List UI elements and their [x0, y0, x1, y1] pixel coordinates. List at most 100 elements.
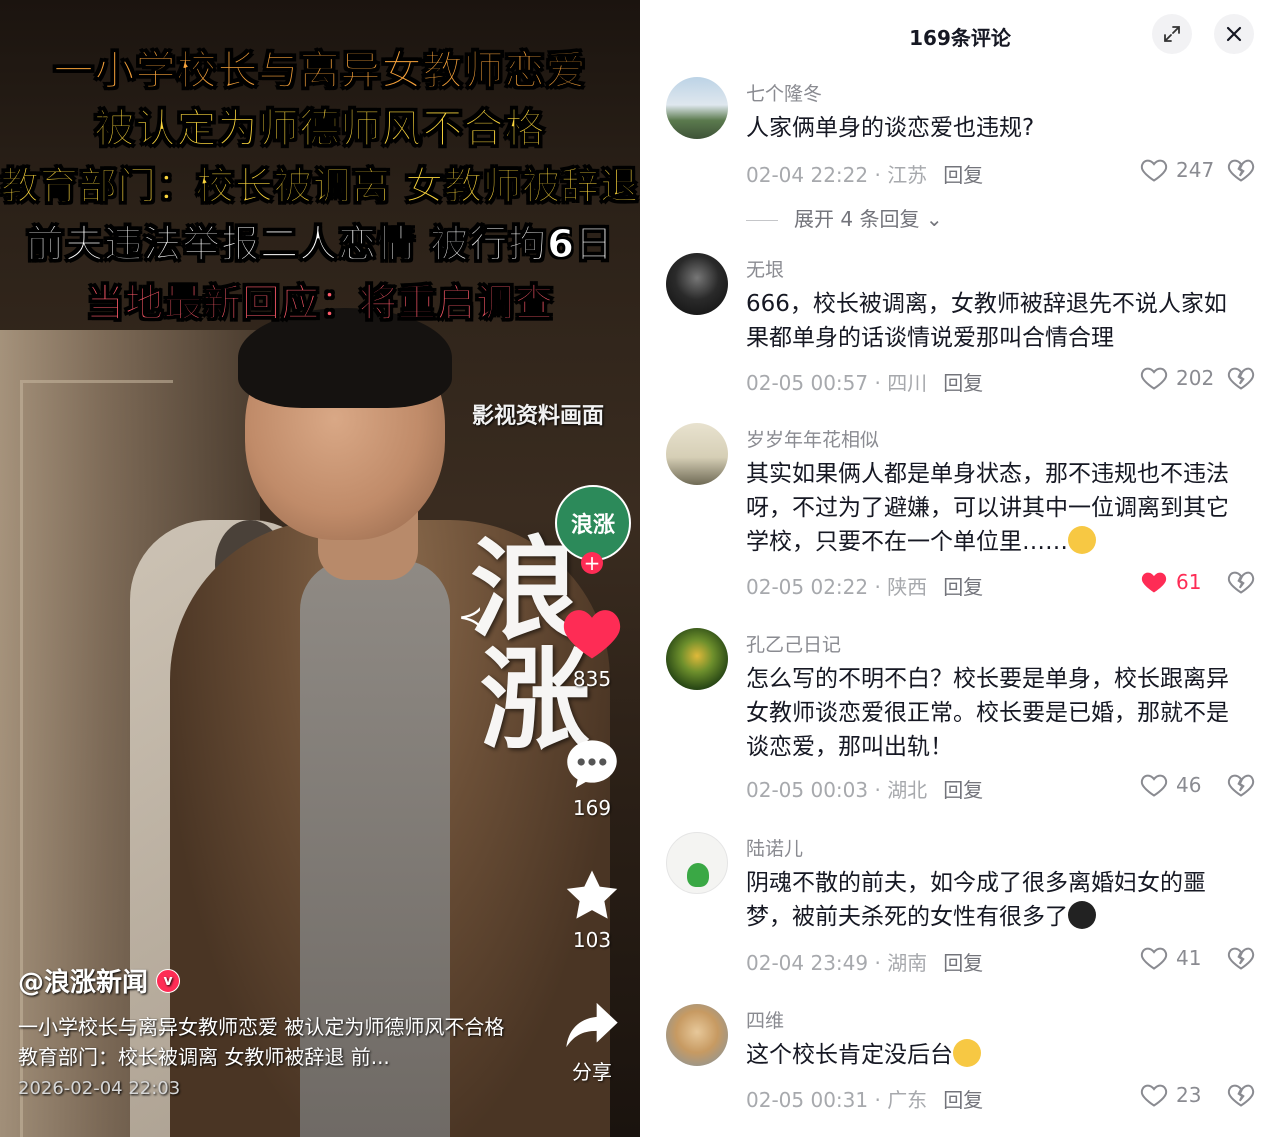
heart-outline-icon — [1140, 947, 1168, 970]
author-name[interactable]: @浪涨新闻 v — [18, 962, 181, 999]
commenter-avatar[interactable] — [666, 832, 728, 894]
expand-replies-label: 展开 4 条回复 — [794, 207, 920, 231]
favorite-count: 103 — [572, 928, 612, 952]
commenter-avatar[interactable] — [666, 77, 728, 139]
comment-item: 岁岁年年花相似 其实如果俩人都是单身状态，那不违规也不违法呀，不过为了避嫌，可以… — [640, 423, 1280, 623]
commenter-avatar[interactable] — [666, 628, 728, 690]
heart-outline-icon — [1140, 774, 1168, 797]
like-button[interactable]: 835 — [550, 605, 634, 691]
heart-outline-icon — [1140, 1084, 1168, 1107]
comment-like-button[interactable]: 61 — [1140, 569, 1201, 595]
comment-dislike-button[interactable] — [1227, 157, 1255, 187]
comment-location: 湖北 — [887, 778, 928, 802]
author-handle[interactable]: @浪涨新闻 — [18, 962, 148, 999]
verified-badge-icon: v — [156, 968, 181, 993]
comment-location: 陕西 — [887, 575, 928, 599]
reply-button[interactable]: 回复 — [943, 163, 983, 187]
comment-item: 陆诺儿 阴魂不散的前夫，如今成了很多离婚妇女的噩梦，被前夫杀死的女性有很多了 0… — [640, 832, 1280, 1002]
comment-meta: 02-04 22:22 · 江苏 回复 — [746, 163, 984, 187]
post-date: 2026-02-04 22:03 — [18, 1078, 181, 1099]
comment-location: 四川 — [887, 371, 928, 395]
video-description[interactable]: 一小学校长与离异女教师恋爱 被认定为师德师风不合格 教育部门：校长被调离 女教师… — [18, 1012, 508, 1072]
comment-item: 孔乙己日记 怎么写的不明不白？校长要是单身，校长跟离异女教师谈恋爱很正常。校长要… — [640, 628, 1280, 828]
comment-meta: 02-05 00:57 · 四川 回复 — [746, 371, 984, 395]
expand-replies-button[interactable]: 展开 4 条回复 ⌄ — [746, 203, 943, 232]
comment-like-button[interactable]: 202 — [1140, 365, 1214, 391]
channel-avatar-text: 浪涨 — [570, 512, 615, 538]
heart-filled-icon — [1141, 572, 1167, 593]
headline-line-3: 教育部门：校长被调离 女教师被辞退 — [0, 164, 640, 209]
comment-count: 169 — [572, 796, 612, 820]
comment-location: 江苏 — [887, 163, 928, 187]
expand-icon — [1164, 26, 1180, 42]
broken-heart-icon — [1227, 367, 1255, 390]
comment-like-button[interactable]: 23 — [1140, 1082, 1201, 1108]
like-count: 835 — [572, 667, 612, 691]
channel-avatar[interactable]: 浪涨 — [555, 485, 631, 561]
comment-like-button[interactable]: 46 — [1140, 772, 1201, 798]
commenter-name[interactable]: 无垠 — [746, 255, 784, 282]
headline-line-1: 一小学校长与离异女教师恋爱 — [53, 48, 587, 95]
comment-dislike-button[interactable] — [1227, 365, 1255, 395]
watermark-bird-icon: ≺ — [458, 600, 484, 635]
comment-date: 02-05 00:57 — [746, 371, 869, 395]
expand-button[interactable] — [1152, 14, 1192, 54]
comment-like-button[interactable]: 247 — [1140, 157, 1214, 183]
commenter-name[interactable]: 陆诺儿 — [746, 834, 803, 861]
reply-button[interactable]: 回复 — [943, 575, 983, 599]
comment-button[interactable]: 169 — [550, 738, 634, 820]
comment-dislike-button[interactable] — [1227, 1082, 1255, 1112]
comment-text: 666，校长被调离，女教师被辞退先不说人家如果都单身的话谈情说爱那叫合情合理 — [746, 291, 1227, 351]
commenter-name[interactable]: 四维 — [746, 1006, 784, 1033]
reply-button[interactable]: 回复 — [943, 951, 983, 975]
share-button[interactable]: 分享 — [550, 1000, 634, 1085]
comment-text: 阴魂不散的前夫，如今成了很多离婚妇女的噩梦，被前夫杀死的女性有很多了 — [746, 866, 1246, 934]
comment-location: 广东 — [887, 1088, 928, 1112]
comment-date: 02-05 02:22 — [746, 575, 869, 599]
commenter-name[interactable]: 七个隆冬 — [746, 79, 822, 106]
comment-date: 02-05 00:03 — [746, 778, 869, 802]
broken-heart-icon — [1227, 1084, 1255, 1107]
commenter-avatar[interactable] — [666, 1004, 728, 1066]
comments-header: 169条评论 — [640, 0, 1280, 70]
heart-outline-icon — [1140, 367, 1168, 390]
comment-item: 四维 这个校长肯定没后台 02-05 00:31 · 广东 回复 23 — [640, 1004, 1280, 1137]
comment-meta: 02-05 00:31 · 广东 回复 — [746, 1088, 984, 1112]
broken-heart-icon — [1227, 947, 1255, 970]
comment-text-body: 其实如果俩人都是单身状态，那不违规也不违法呀，不过为了避嫌，可以讲其中一位调离到… — [746, 461, 1229, 555]
comment-item: 无垠 666，校长被调离，女教师被辞退先不说人家如果都单身的话谈情说爱那叫合情合… — [640, 253, 1280, 423]
reply-button[interactable]: 回复 — [943, 1088, 983, 1112]
comment-location: 湖南 — [887, 951, 928, 975]
star-icon — [566, 870, 618, 919]
video-player[interactable]: 一小学校长与离异女教师恋爱 被认定为师德师风不合格 教育部门：校长被调离 女教师… — [0, 0, 640, 1137]
headline-line-2: 被认定为师德师风不合格 — [94, 106, 546, 153]
share-label: 分享 — [572, 1060, 612, 1084]
comment-dislike-button[interactable] — [1227, 569, 1255, 599]
bomb-emoji-icon — [1068, 901, 1096, 929]
comment-icon — [567, 740, 617, 788]
film-footage-note: 影视资料画面 — [472, 404, 605, 429]
comment-item: 七个隆冬 人家俩单身的谈恋爱也违规? 02-04 22:22 · 江苏 回复 24… — [640, 77, 1280, 247]
favorite-button[interactable]: 103 — [550, 868, 634, 952]
comment-dislike-button[interactable] — [1227, 945, 1255, 975]
headline-line-4: 前夫违法举报二人恋情 被行拘6日 — [26, 222, 614, 267]
broken-heart-icon — [1227, 774, 1255, 797]
comment-dislike-button[interactable] — [1227, 772, 1255, 802]
reply-button[interactable]: 回复 — [943, 371, 983, 395]
commenter-name[interactable]: 孔乙己日记 — [746, 630, 841, 657]
comment-date: 02-04 22:22 — [746, 163, 869, 187]
comments-panel: 169条评论 七个隆冬 人家俩单身的谈恋爱也违规? 02-04 22:22 · … — [640, 0, 1280, 1137]
commenter-name[interactable]: 岁岁年年花相似 — [746, 425, 879, 452]
comment-meta: 02-05 02:22 · 陕西 回复 — [746, 575, 984, 599]
comment-like-count: 46 — [1176, 773, 1202, 797]
comment-text-body: 这个校长肯定没后台 — [746, 1042, 953, 1068]
follow-plus-icon[interactable]: + — [581, 552, 603, 574]
comment-date: 02-04 23:49 — [746, 951, 869, 975]
heart-outline-icon — [1140, 159, 1168, 182]
commenter-avatar[interactable] — [666, 423, 728, 485]
broken-heart-icon — [1227, 571, 1255, 594]
reply-button[interactable]: 回复 — [943, 778, 983, 802]
comment-like-button[interactable]: 41 — [1140, 945, 1201, 971]
commenter-avatar[interactable] — [666, 253, 728, 315]
close-button[interactable] — [1214, 14, 1254, 54]
